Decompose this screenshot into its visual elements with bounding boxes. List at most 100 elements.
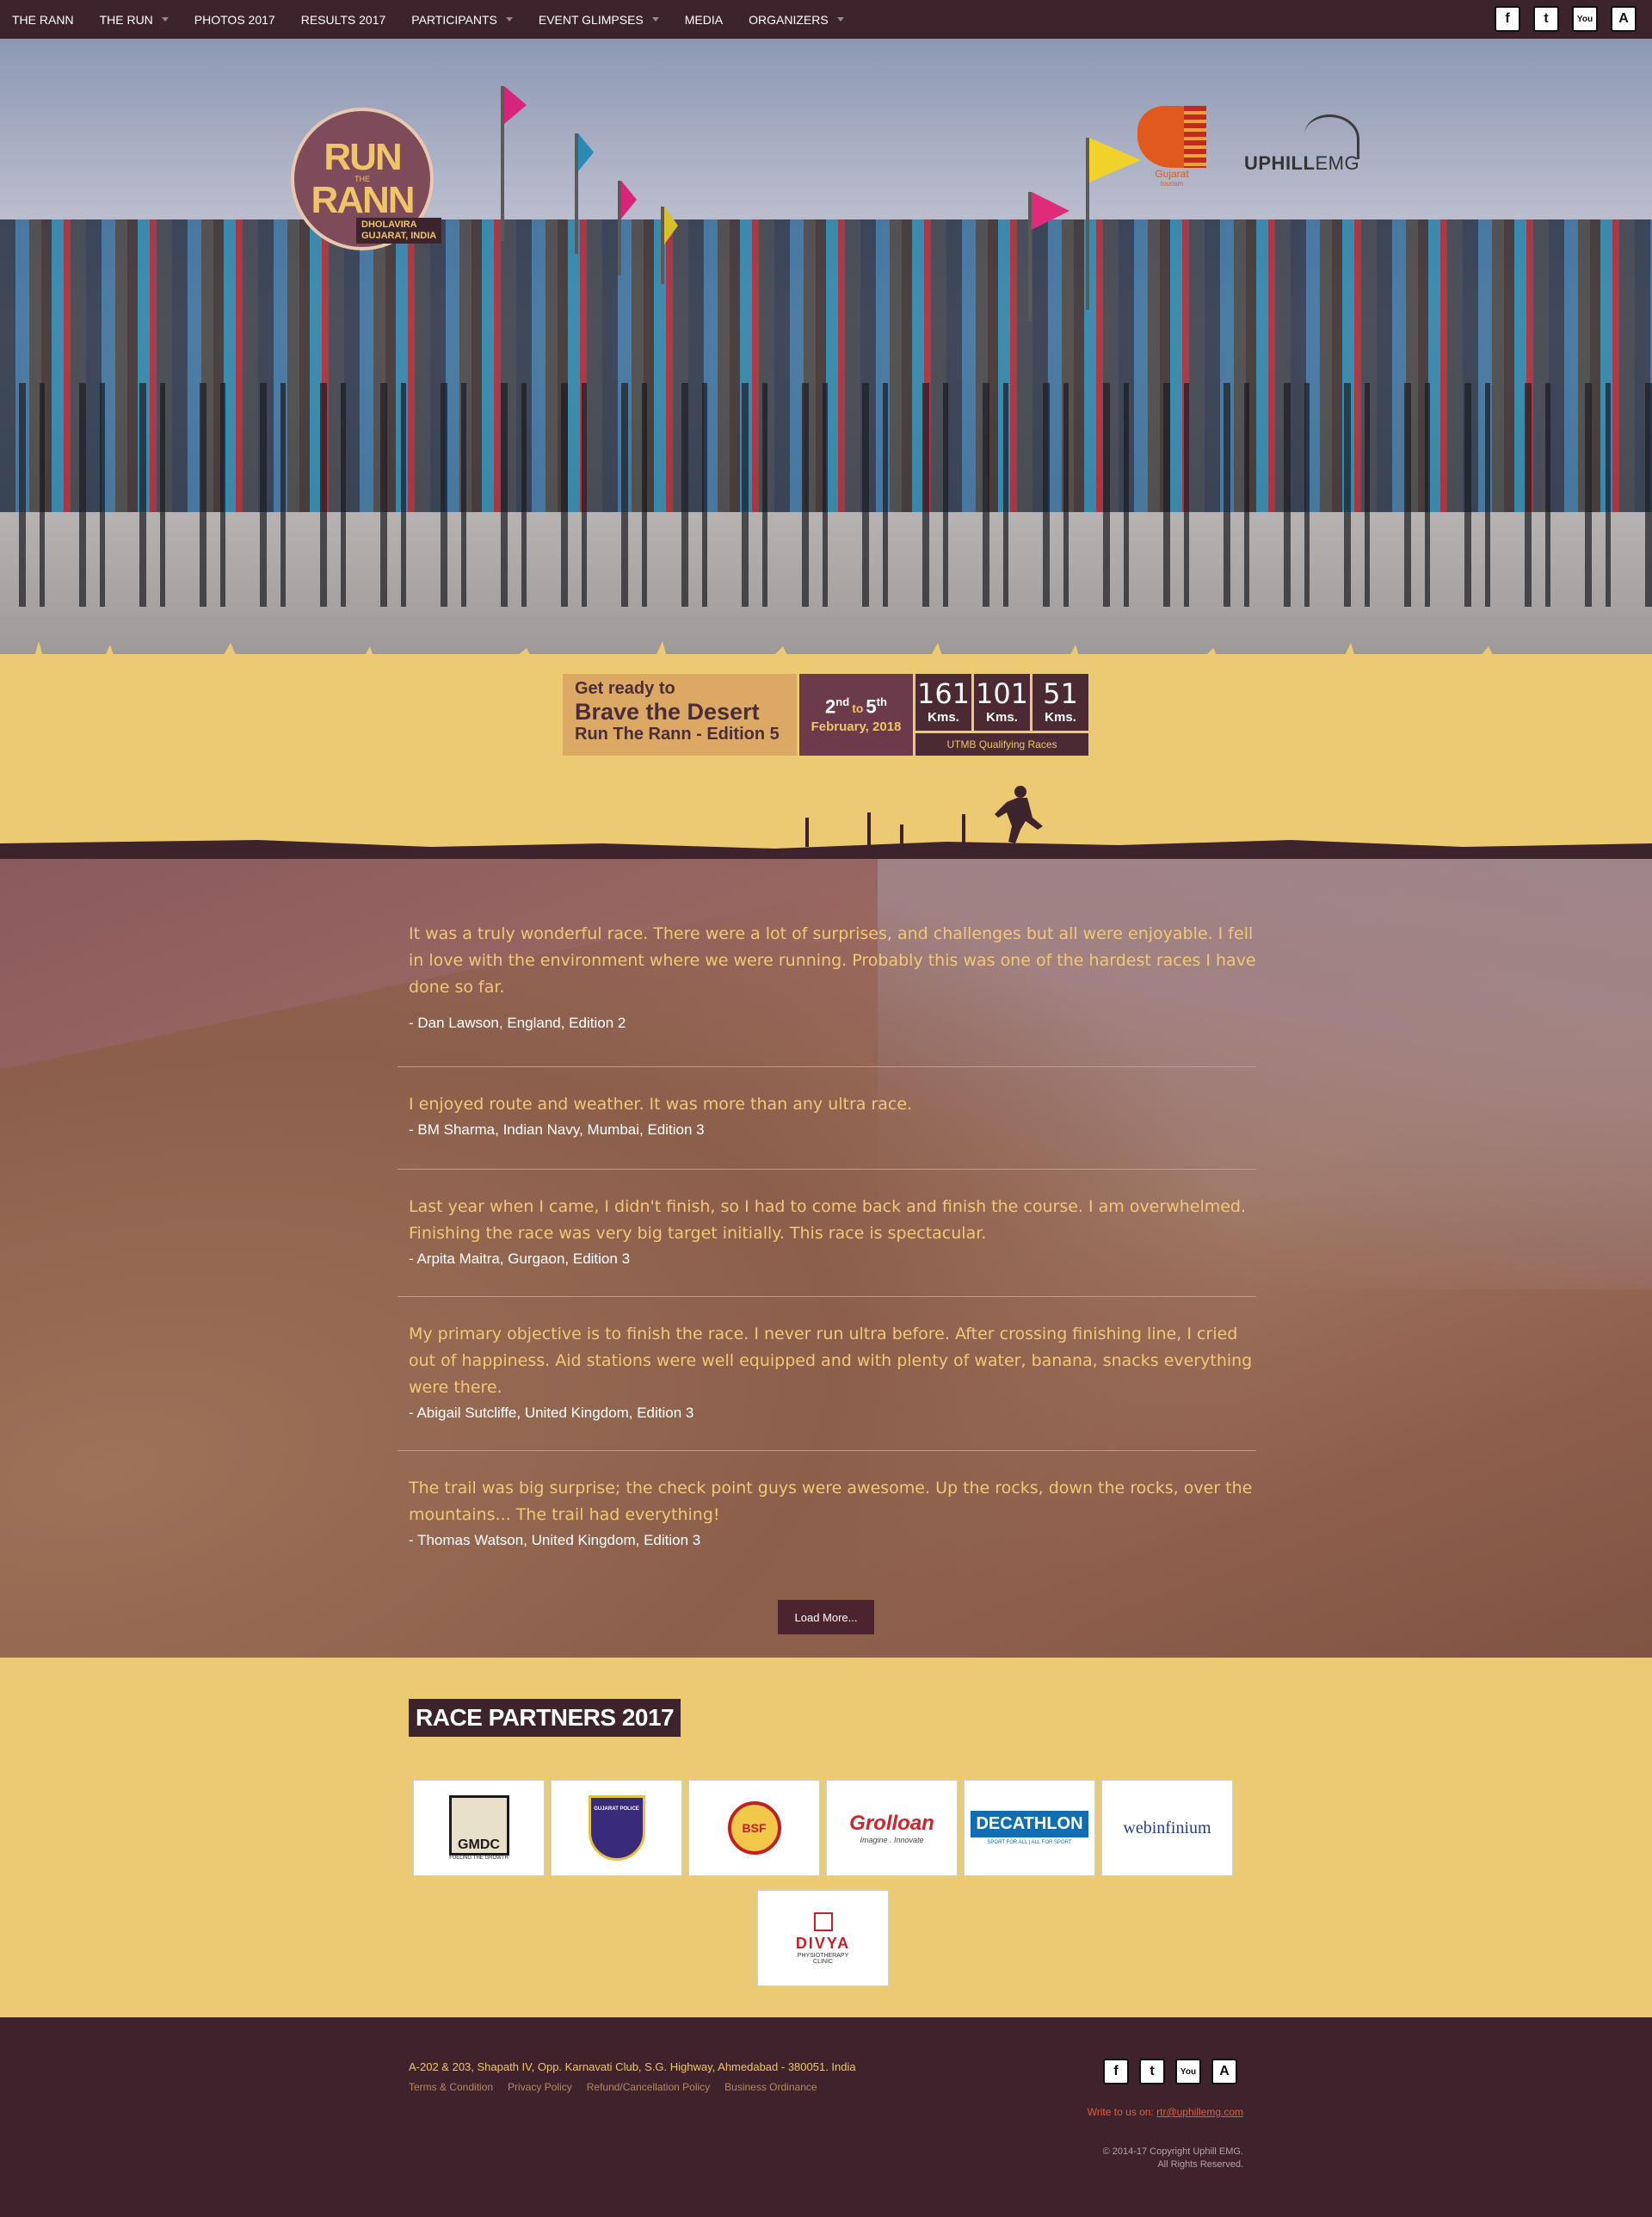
divya-icon: [813, 1911, 833, 1931]
logo-location-tag: DHOLAVIRA GUJARAT, INDIA: [356, 218, 442, 244]
strava-icon[interactable]: A: [1211, 2059, 1237, 2084]
partner-sub: SPORT FOR ALL | ALL FOR SPORT: [987, 1840, 1072, 1845]
utmb-qualifying-badge: UTMB Qualifying Races: [915, 733, 1088, 756]
business-ordinance-link[interactable]: Business Ordinance: [724, 2081, 817, 2093]
terms-link[interactable]: Terms & Condition: [409, 2081, 493, 2093]
nav-label: PARTICIPANTS: [411, 12, 497, 27]
logo-word-run: RUN: [324, 136, 402, 178]
event-info-strip: Get ready to Brave the Desert Run The Ra…: [0, 654, 1652, 861]
nav-item-the-run[interactable]: THE RUN: [100, 13, 169, 27]
gujarat-tourism-logo[interactable]: Gujarat tourism: [1137, 106, 1220, 188]
lion-icon: [1137, 106, 1206, 168]
nav-item-media[interactable]: MEDIA: [685, 13, 723, 27]
nav-item-the-rann[interactable]: THE RANN: [12, 13, 74, 27]
flag-decoration: [501, 86, 527, 241]
copyright: © 2014-17 Copyright Uphill EMG.: [1102, 2146, 1243, 2157]
nav-label: ORGANIZERS: [749, 12, 829, 27]
nav-label: RESULTS 2017: [300, 12, 386, 27]
date-range: 2nd to 5th: [825, 695, 887, 718]
partner-name: Grolloan: [849, 1812, 934, 1835]
edition-text: Run The Rann - Edition 5: [575, 725, 780, 744]
partner-name: DIVYA: [795, 1934, 851, 1952]
testimonial-item: It was a truly wonderful race. There wer…: [398, 921, 1256, 1032]
uphill-light: EMG: [1315, 152, 1360, 174]
nav-item-participants[interactable]: PARTICIPANTS: [411, 13, 513, 27]
partner-logo-gmdc[interactable]: GMDC FUELING THE GROWTH: [413, 1780, 545, 1876]
partner-logo-decathlon[interactable]: DECATHLON SPORT FOR ALL | ALL FOR SPORT: [964, 1780, 1095, 1876]
divider: [398, 1169, 1256, 1170]
gujarat-label: Gujarat: [1155, 168, 1189, 180]
testimonial-item: The trail was big surprise; the check po…: [398, 1475, 1256, 1549]
twitter-icon[interactable]: t: [1139, 2059, 1165, 2084]
footer-links: Terms & Condition Privacy Policy Refund/…: [409, 2081, 817, 2093]
privacy-link[interactable]: Privacy Policy: [508, 2081, 572, 2093]
testimonial-author: - Dan Lawson, England, Edition 2: [409, 1015, 626, 1031]
footer-address: A-202 & 203, Shapath IV, Opp. Karnavati …: [409, 2060, 856, 2073]
caret-down-icon: [505, 17, 513, 22]
flag-decoration: [1086, 138, 1141, 310]
divider: [398, 1296, 1256, 1297]
partner-logo-grolloan[interactable]: Grolloan Imagine . Innovate: [826, 1780, 958, 1876]
grass-silhouette: [34, 641, 1493, 654]
testimonial-author: - Arpita Maitra, Gurgaon, Edition 3: [409, 1251, 631, 1267]
twitter-icon[interactable]: t: [1533, 6, 1559, 32]
divider: [398, 1450, 1256, 1451]
partner-sub: FUELING THE GROWTH: [449, 1856, 509, 1861]
flag-decoration: [575, 133, 594, 254]
strava-icon[interactable]: A: [1611, 6, 1637, 32]
race-partners-section: RACE PARTNERS 2017 GMDC FUELING THE GROW…: [0, 1658, 1652, 2017]
testimonial-item: I enjoyed route and weather. It was more…: [398, 1091, 1256, 1139]
write-to-us: Write to us on: rtr@uphillemg.com: [1088, 2106, 1243, 2118]
police-badge-icon: GUJARAT POLICE: [588, 1795, 645, 1861]
facebook-icon[interactable]: f: [1495, 6, 1520, 32]
social-links: f t You A: [1495, 6, 1637, 32]
testimonial-item: My primary objective is to finish the ra…: [398, 1321, 1256, 1422]
nav-item-organizers[interactable]: ORGANIZERS: [749, 13, 844, 27]
testimonial-author: - Thomas Watson, United Kingdom, Edition…: [409, 1532, 701, 1548]
site-footer: A-202 & 203, Shapath IV, Opp. Karnavati …: [0, 2017, 1652, 2217]
flag-decoration: [1028, 192, 1069, 321]
caret-down-icon: [161, 17, 169, 22]
footer-social-links: f t You A: [1103, 2059, 1237, 2084]
nav-item-event-glimpses[interactable]: EVENT GLIMPSES: [539, 13, 659, 27]
divider: [398, 1066, 1256, 1067]
partner-logo-webinfinium[interactable]: webinfinium: [1101, 1780, 1233, 1876]
load-more-button[interactable]: Load More...: [778, 1600, 874, 1634]
testimonial-author: - BM Sharma, Indian Navy, Mumbai, Editio…: [409, 1121, 705, 1138]
nav-item-results-2017[interactable]: RESULTS 2017: [301, 13, 386, 27]
date-from-suffix: nd: [835, 695, 850, 708]
bsf-emblem-icon: BSF: [727, 1801, 781, 1855]
hero-banner: RUN THE RANN DHOLAVIRA GUJARAT, INDIA Gu…: [0, 39, 1652, 654]
email-link[interactable]: rtr@uphillemg.com: [1156, 2106, 1243, 2118]
partner-sub: PHYSIOTHERAPY CLINIC: [797, 1952, 849, 1965]
nav-item-photos-2017[interactable]: PHOTOS 2017: [194, 13, 275, 27]
event-dates: 2nd to 5th February, 2018: [799, 674, 913, 756]
run-the-rann-logo[interactable]: RUN THE RANN DHOLAVIRA GUJARAT, INDIA: [291, 108, 446, 254]
logo-location-line1: DHOLAVIRA: [361, 219, 417, 230]
partner-logo-divya[interactable]: DIVYA PHYSIOTHERAPY CLINIC: [757, 1890, 889, 1986]
refund-link[interactable]: Refund/Cancellation Policy: [587, 2081, 710, 2093]
top-nav: THE RANN THE RUN PHOTOS 2017 RESULTS 201…: [0, 0, 1652, 39]
distance-51[interactable]: 51 Kms.: [1032, 674, 1088, 731]
distance-unit: Kms.: [986, 710, 1018, 725]
uphill-emg-logo[interactable]: UPHILLEMG: [1244, 114, 1365, 176]
youtube-icon[interactable]: You: [1572, 6, 1598, 32]
partner-name: GUJARAT POLICE: [594, 1806, 639, 1812]
uphill-wordmark: UPHILLEMG: [1244, 152, 1359, 175]
testimonials-section: It was a truly wonderful race. There wer…: [0, 859, 1652, 1658]
gmdc-emblem-icon: GMDC: [448, 1795, 509, 1856]
nav-label: THE RANN: [12, 12, 74, 27]
testimonial-quote: The trail was big surprise; the check po…: [409, 1479, 1253, 1524]
partner-name: GMDC: [458, 1837, 500, 1852]
testimonial-quote: My primary objective is to finish the ra…: [409, 1325, 1253, 1397]
facebook-icon[interactable]: f: [1103, 2059, 1129, 2084]
distance-101[interactable]: 101 Kms.: [974, 674, 1030, 731]
distance-161[interactable]: 161 Kms.: [915, 674, 971, 731]
partner-logo-gujarat-police[interactable]: GUJARAT POLICE: [551, 1780, 682, 1876]
youtube-icon[interactable]: You: [1175, 2059, 1201, 2084]
partner-logo-bsf[interactable]: BSF: [688, 1780, 820, 1876]
caret-down-icon: [651, 17, 659, 22]
testimonial-quote: Last year when I came, I didn't finish, …: [409, 1197, 1247, 1243]
nav-label: MEDIA: [684, 12, 724, 27]
logo-word-rann: RANN: [311, 179, 415, 221]
